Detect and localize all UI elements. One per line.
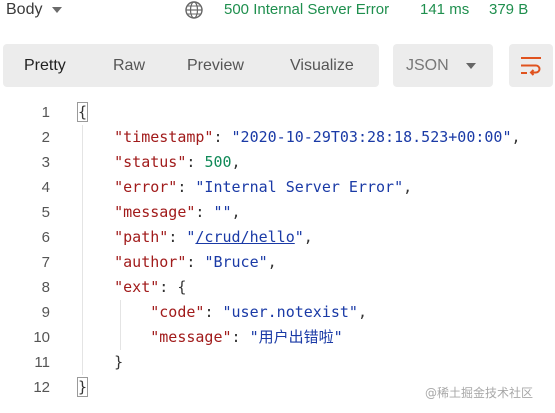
format-select-label: JSON [406,57,449,74]
open-brace: { [76,102,89,122]
view-mode-tabs: Pretty Raw Preview Visualize [3,44,379,87]
line-number: 2 [41,129,50,146]
globe-icon[interactable] [184,0,204,20]
path-link[interactable]: /crud/hello [195,228,294,246]
line-number: 8 [41,279,50,296]
json-string: "Internal Server Error" [195,178,404,196]
json-key: "error" [114,178,178,196]
wrap-lines-icon [521,57,541,76]
code-line: "ext": { [114,278,187,296]
line-number: 3 [41,154,50,171]
wrap-lines-button[interactable] [509,44,553,87]
response-body-editor[interactable]: 1 2 3 4 5 6 7 8 9 10 11 12 { "timestamp"… [0,100,555,410]
tab-visualize[interactable]: Visualize [290,44,354,87]
code-line: "timestamp": "2020-10-29T03:28:18.523+00… [114,128,521,146]
close-brace: } [76,377,89,397]
chevron-down-icon [52,7,63,13]
code-line: { [76,100,89,125]
watermark: @稀土掘金技术社区 [425,386,534,400]
format-select[interactable]: JSON [393,44,493,87]
code-line: "status": 500, [114,153,241,171]
line-number: 7 [41,254,50,271]
json-key: "ext" [114,278,160,296]
code-line: "message": "用户出错啦" [150,328,343,346]
tab-raw[interactable]: Raw [113,44,145,87]
code-line: "error": "Internal Server Error", [114,178,413,196]
tab-pretty[interactable]: Pretty [24,44,66,87]
line-number: 6 [41,229,50,246]
code-line: "author": "Bruce", [114,253,277,271]
line-number: 9 [41,304,50,321]
response-meta-bar: Body 500 Internal Server Error 141 ms 37… [0,0,555,26]
json-string: "2020-10-29T03:28:18.523+00:00" [231,128,512,146]
chevron-down-icon [466,63,476,69]
body-dropdown-label: Body [6,1,43,18]
line-number: 4 [41,179,50,196]
line-number: 10 [33,329,50,346]
json-string: "Bruce" [204,253,268,271]
json-string-quote: " [294,228,304,246]
code-line: } [114,353,124,371]
line-number: 5 [41,204,50,221]
line-number: 12 [33,379,50,396]
json-number: 500 [204,153,232,171]
json-key: "message" [150,328,232,346]
json-key: "author" [114,253,187,271]
json-string: "" [213,203,232,221]
json-key: "timestamp" [114,128,214,146]
response-status[interactable]: 500 Internal Server Error [224,0,389,20]
response-time[interactable]: 141 ms [420,0,469,20]
code-line: "path": "/crud/hello", [114,228,313,246]
code-line: "code": "user.notexist", [150,303,367,321]
tab-preview[interactable]: Preview [187,44,244,87]
json-key: "message" [114,203,196,221]
line-number: 1 [41,104,50,121]
json-string: "user.notexist" [222,303,358,321]
json-key: "status" [114,153,187,171]
json-string: "用户出错啦" [249,328,343,346]
line-number: 11 [34,354,50,371]
json-key: "code" [150,303,205,321]
code-line: } [76,375,89,400]
response-size[interactable]: 379 B [489,0,528,20]
json-key: "path" [114,228,169,246]
code-line: "message": "", [114,203,241,221]
body-dropdown[interactable]: Body [6,0,63,22]
